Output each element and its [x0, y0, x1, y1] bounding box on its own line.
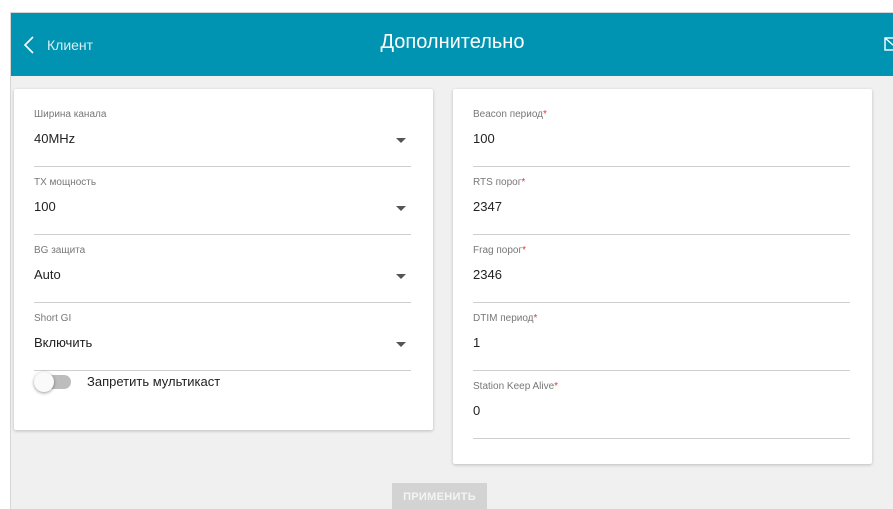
- field-underline: [473, 234, 850, 235]
- field-label: TX мощность: [34, 177, 97, 188]
- field-label: Short GI: [34, 313, 72, 324]
- apply-button[interactable]: ПРИМЕНИТЬ: [392, 483, 487, 509]
- field-value: 100: [34, 199, 56, 214]
- field-underline: [34, 302, 411, 303]
- field-underline: [34, 234, 411, 235]
- field-label: Frag порог*: [473, 245, 526, 256]
- radio-settings-card: Ширина канала 40MHz TX мощность 100 BG з…: [14, 89, 433, 430]
- field-label: Ширина канала: [34, 109, 107, 120]
- field-label: Station Keep Alive*: [473, 381, 559, 392]
- disable-multicast-toggle[interactable]: Запретить мультикаст: [34, 371, 221, 392]
- field-value: 2347: [473, 199, 502, 214]
- beacon-period-input[interactable]: Beacon период* 100: [473, 109, 850, 167]
- toggle-label: Запретить мультикаст: [87, 374, 221, 389]
- timing-settings-card: Beacon период* 100 RTS порог* 2347 Frag …: [453, 89, 872, 464]
- dtim-period-input[interactable]: DTIM период* 1: [473, 313, 850, 371]
- tx-power-select[interactable]: TX мощность 100: [34, 177, 411, 235]
- channel-width-select[interactable]: Ширина канала 40MHz: [34, 109, 411, 167]
- field-underline: [34, 166, 411, 167]
- caret-down-icon: [396, 274, 406, 279]
- field-underline: [473, 438, 850, 439]
- field-underline: [473, 166, 850, 167]
- field-value: Auto: [34, 267, 61, 282]
- mail-icon[interactable]: [884, 37, 893, 51]
- field-value: 40MHz: [34, 131, 76, 146]
- caret-down-icon: [396, 138, 406, 143]
- toggle-knob[interactable]: [34, 371, 54, 392]
- caret-down-icon: [396, 206, 406, 211]
- required-mark: *: [522, 245, 526, 256]
- bg-protection-select[interactable]: BG защита Auto: [34, 245, 411, 303]
- page-frame: Клиент Дополнительно Ширина канала 40MHz…: [10, 12, 893, 509]
- short-gi-select[interactable]: Short GI Включить: [34, 313, 411, 371]
- field-underline: [34, 370, 411, 371]
- frag-threshold-input[interactable]: Frag порог* 2346: [473, 245, 850, 303]
- caret-down-icon: [396, 342, 406, 347]
- toggle-track[interactable]: [34, 371, 71, 392]
- field-value: 0: [473, 403, 481, 418]
- page-title: Дополнительно: [380, 31, 525, 53]
- field-value: 2346: [473, 267, 502, 282]
- required-mark: *: [543, 109, 547, 120]
- field-label: RTS порог*: [473, 177, 526, 188]
- required-mark: *: [533, 313, 538, 324]
- rts-threshold-input[interactable]: RTS порог* 2347: [473, 177, 850, 235]
- field-value: 1: [473, 335, 481, 350]
- field-label: DTIM период*: [473, 313, 538, 324]
- required-mark: *: [521, 177, 526, 188]
- field-underline: [473, 302, 850, 303]
- page-header: Клиент Дополнительно: [11, 13, 893, 76]
- required-mark: *: [554, 381, 559, 392]
- field-label: Beacon период*: [473, 109, 547, 120]
- field-underline: [473, 370, 850, 371]
- station-keep-alive-input[interactable]: Station Keep Alive* 0: [473, 381, 850, 439]
- field-value: Включить: [34, 335, 93, 350]
- field-value: 100: [473, 131, 495, 146]
- field-label: BG защита: [34, 245, 86, 256]
